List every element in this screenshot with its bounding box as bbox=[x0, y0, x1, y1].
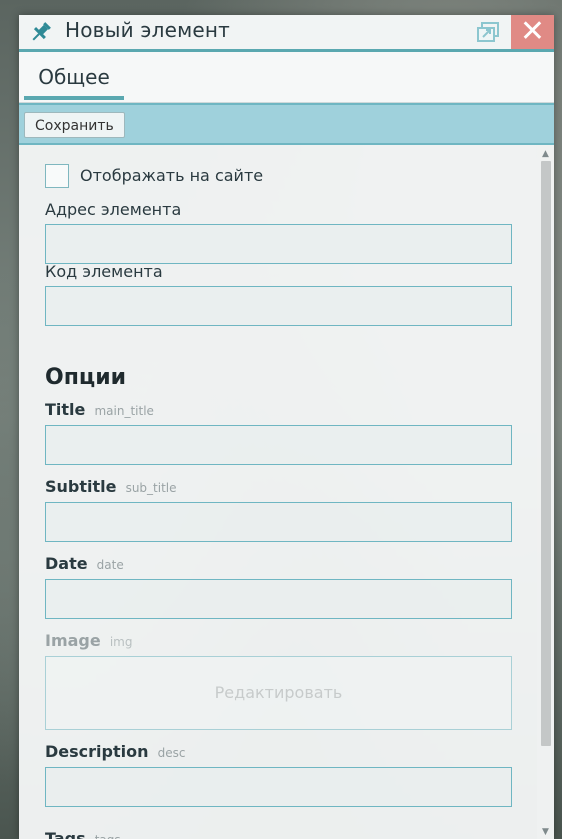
title-key: main_title bbox=[94, 404, 154, 418]
close-icon: ✕ bbox=[519, 15, 546, 49]
image-field[interactable]: Редактировать bbox=[45, 656, 512, 730]
description-label-text: Description bbox=[45, 742, 149, 761]
element-dialog: Новый элемент ✕ Общее Сохранить Отобража… bbox=[19, 15, 554, 839]
image-edit-button[interactable]: Редактировать bbox=[46, 657, 511, 729]
save-button[interactable]: Сохранить bbox=[24, 112, 125, 138]
tabs-bar: Общее bbox=[19, 52, 554, 103]
subtitle-key: sub_title bbox=[125, 481, 177, 495]
title-input[interactable] bbox=[45, 425, 512, 465]
description-input[interactable] bbox=[45, 767, 512, 807]
address-input[interactable] bbox=[45, 224, 512, 264]
code-input[interactable] bbox=[45, 286, 512, 326]
tab-general[interactable]: Общее bbox=[24, 52, 124, 100]
image-label-text: Image bbox=[45, 631, 101, 650]
options-title: Опции bbox=[45, 365, 127, 390]
content-scrollbar[interactable]: ▲ ▼ bbox=[537, 145, 554, 839]
subtitle-label-text: Subtitle bbox=[45, 477, 117, 496]
show-on-site-checkbox[interactable] bbox=[45, 164, 69, 188]
form-content: Отображать на сайте Адрес элемента Код э… bbox=[19, 145, 537, 839]
address-label: Адрес элемента bbox=[45, 200, 182, 219]
close-button[interactable]: ✕ bbox=[511, 15, 554, 49]
scroll-thumb[interactable] bbox=[541, 161, 551, 746]
code-label: Код элемента bbox=[45, 262, 163, 281]
subtitle-label: Subtitle sub_title bbox=[45, 477, 177, 496]
subtitle-input[interactable] bbox=[45, 502, 512, 542]
date-input[interactable] bbox=[45, 579, 512, 619]
description-key: desc bbox=[157, 746, 186, 760]
date-key: date bbox=[96, 558, 124, 572]
toolbar: Сохранить bbox=[19, 103, 554, 145]
pushpin-icon bbox=[32, 22, 51, 41]
scroll-up-icon[interactable]: ▲ bbox=[537, 147, 554, 161]
image-key: img bbox=[109, 635, 133, 649]
date-label-text: Date bbox=[45, 554, 88, 573]
description-label: Description desc bbox=[45, 742, 185, 761]
title-label-text: Title bbox=[45, 400, 86, 419]
tags-key: tags bbox=[95, 833, 121, 839]
title-label: Title main_title bbox=[45, 400, 154, 419]
popout-window-icon[interactable] bbox=[476, 21, 500, 43]
image-label: Image img bbox=[45, 631, 132, 650]
date-label: Date date bbox=[45, 554, 124, 573]
tags-label: Tags tags bbox=[45, 829, 121, 839]
title-bar[interactable]: Новый элемент ✕ bbox=[19, 15, 554, 52]
tags-label-text: Tags bbox=[45, 829, 86, 839]
dialog-title: Новый элемент bbox=[65, 18, 230, 42]
scroll-down-icon[interactable]: ▼ bbox=[537, 825, 554, 839]
show-on-site-label: Отображать на сайте bbox=[80, 166, 264, 185]
